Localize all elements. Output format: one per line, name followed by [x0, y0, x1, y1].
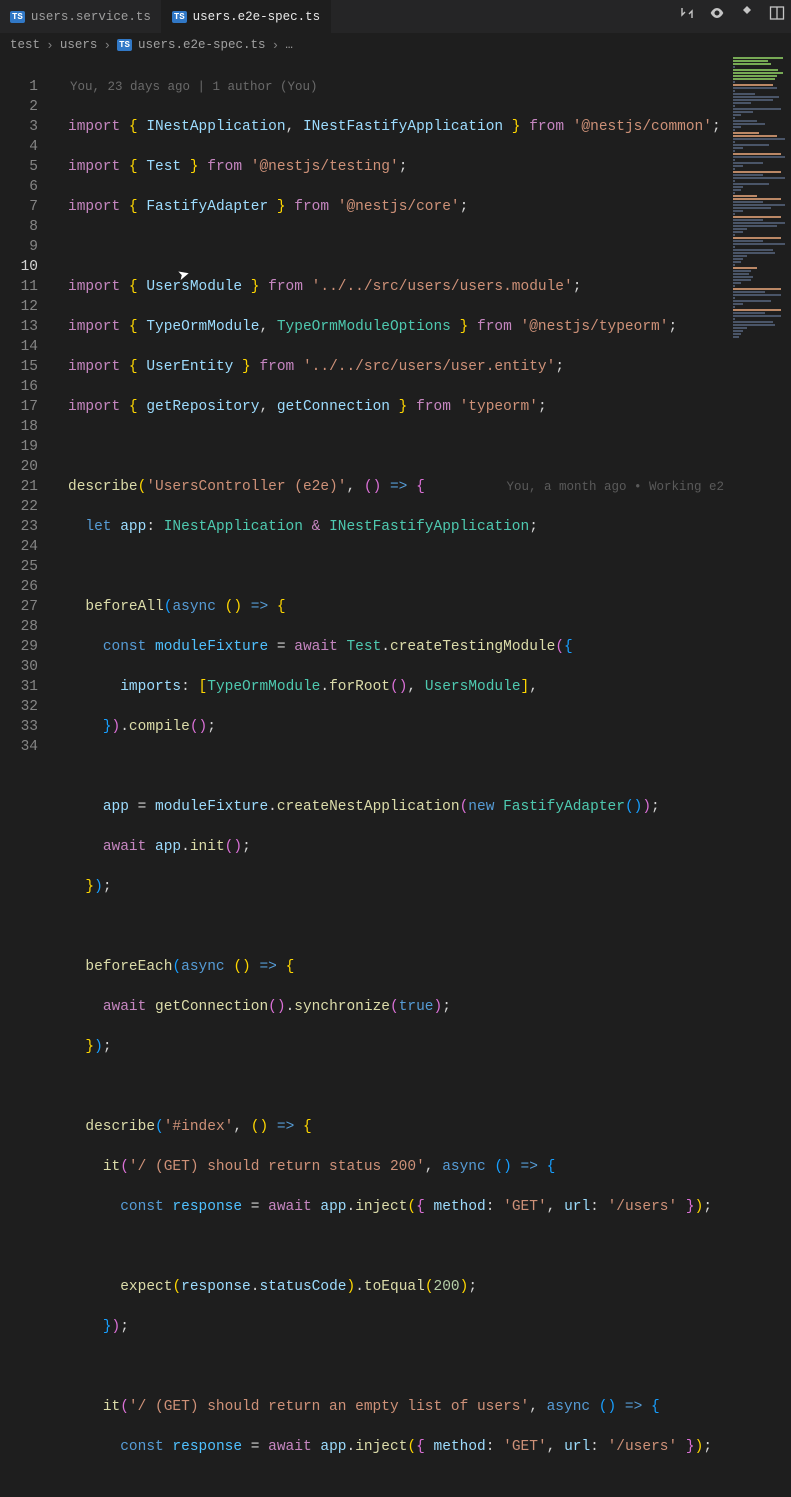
- code-area[interactable]: You, 23 days ago | 1 author (You) import…: [54, 57, 791, 1497]
- editor-toolbar: [679, 5, 785, 26]
- editor[interactable]: 1234567891011121314151617181920212223242…: [0, 57, 791, 1497]
- author-line: You, 23 days ago | 1 author (You): [68, 77, 791, 97]
- chevron-right-icon: ›: [272, 38, 280, 53]
- tab-label: users.e2e-spec.ts: [193, 10, 321, 24]
- inline-codelens: You, a month ago • Working e2: [506, 477, 724, 497]
- breadcrumb[interactable]: test › users › TS users.e2e-spec.ts › …: [0, 33, 791, 57]
- breadcrumb-seg[interactable]: test: [10, 38, 40, 52]
- tab-users-service[interactable]: TS users.service.ts: [0, 0, 162, 33]
- breadcrumb-more[interactable]: …: [285, 38, 293, 52]
- breadcrumb-seg[interactable]: users: [60, 38, 98, 52]
- chevron-right-icon: ›: [103, 38, 111, 53]
- tab-bar: TS users.service.ts TS users.e2e-spec.ts: [0, 0, 791, 33]
- tab-label: users.service.ts: [31, 10, 151, 24]
- ts-icon: TS: [172, 11, 187, 23]
- minimap[interactable]: [731, 57, 791, 755]
- split-editor-icon[interactable]: [769, 5, 785, 26]
- line-gutter: 1234567891011121314151617181920212223242…: [0, 57, 54, 1497]
- split-diff-icon[interactable]: [739, 5, 755, 26]
- tab-users-e2e[interactable]: TS users.e2e-spec.ts: [162, 0, 331, 33]
- compare-icon[interactable]: [679, 5, 695, 26]
- ts-icon: TS: [10, 11, 25, 23]
- chevron-right-icon: ›: [46, 38, 54, 53]
- preview-icon[interactable]: [709, 5, 725, 26]
- ts-icon: TS: [117, 39, 132, 51]
- breadcrumb-file[interactable]: users.e2e-spec.ts: [138, 38, 266, 52]
